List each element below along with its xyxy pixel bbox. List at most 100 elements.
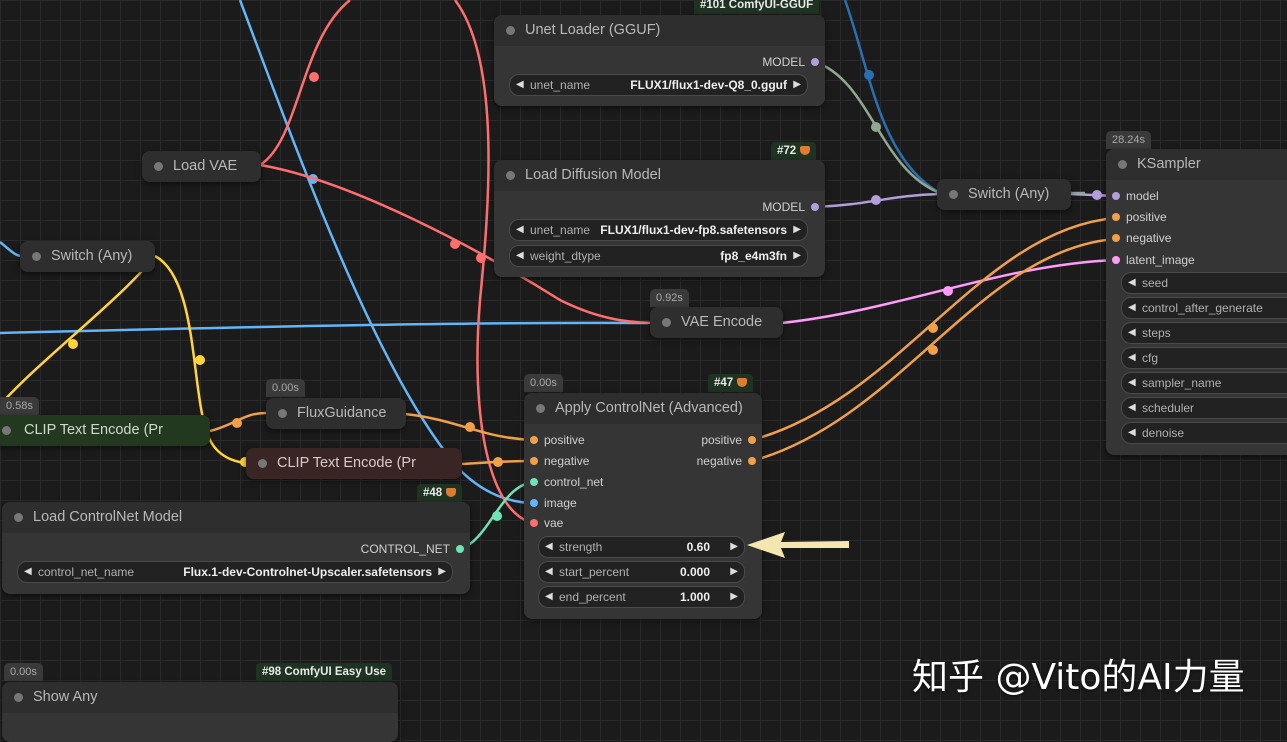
load-vae-node[interactable]: Load VAE (142, 151, 261, 182)
apply-controlnet-node[interactable]: Apply ControlNet (Advanced) positive neg… (524, 393, 762, 619)
ksampler-input-positive[interactable]: positive (1106, 208, 1167, 226)
ksampler-input-latent[interactable]: latent_image (1106, 251, 1195, 269)
collapse-dot-icon[interactable] (506, 171, 515, 180)
arrow-right-icon[interactable]: ▶ (730, 562, 738, 582)
collapse-dot-icon[interactable] (662, 318, 671, 327)
watermark: 知乎 @Vito的AI力量 (912, 648, 1245, 700)
apply-cn-input-control-net[interactable]: control_net (524, 473, 603, 491)
input-dot-icon (530, 478, 538, 486)
collapse-dot-icon[interactable] (258, 459, 267, 468)
strength-slider[interactable]: ◀ strength 0.60 ▶ (538, 536, 745, 558)
unet-name-combo[interactable]: ◀ unet_name FLUX1/flux1-dev-Q8_0.gguf ▶ (509, 74, 808, 96)
apply-cn-output-negative[interactable]: negative (697, 452, 762, 470)
control-after-generate-widget[interactable]: ◀ control_after_generate (1121, 297, 1287, 319)
collapse-dot-icon[interactable] (949, 190, 958, 199)
clip-pos-titlebar[interactable]: CLIP Text Encode (Pr (0, 415, 210, 446)
arrow-left-icon[interactable]: ◀ (1128, 323, 1136, 343)
arrow-left-icon[interactable]: ◀ (516, 220, 524, 240)
load-cn-badge: #48 (417, 484, 462, 502)
load-cn-titlebar[interactable]: Load ControlNet Model (2, 502, 470, 533)
wire-cond-clip-flux (210, 413, 268, 431)
collapse-dot-icon[interactable] (14, 693, 23, 702)
collapse-dot-icon[interactable] (506, 26, 515, 35)
flux-guidance-titlebar[interactable]: FluxGuidance (266, 398, 406, 429)
collapse-dot-icon[interactable] (278, 409, 287, 418)
arrow-left-icon[interactable]: ◀ (24, 562, 32, 582)
seed-widget[interactable]: ◀ seed 9 (1121, 272, 1287, 294)
fox-icon (800, 146, 810, 155)
start-percent-slider[interactable]: ◀ start_percent 0.000 ▶ (538, 561, 745, 583)
flux-guidance-node[interactable]: FluxGuidance (266, 398, 406, 429)
arrow-right-icon[interactable]: ▶ (793, 246, 801, 266)
arrow-left-icon[interactable]: ◀ (1128, 373, 1136, 393)
apply-cn-titlebar[interactable]: Apply ControlNet (Advanced) (524, 393, 762, 424)
unet-loader-model-output[interactable]: MODEL (762, 53, 825, 71)
switch-any-right-node[interactable]: Switch (Any) (937, 179, 1071, 210)
arrow-left-icon[interactable]: ◀ (1128, 273, 1136, 293)
arrow-right-icon[interactable]: ▶ (730, 537, 738, 557)
arrow-right-icon[interactable]: ▶ (438, 562, 446, 582)
clip-neg-titlebar[interactable]: CLIP Text Encode (Pr (246, 448, 462, 479)
ksampler-titlebar[interactable]: KSampler (1106, 149, 1287, 180)
input-dot-icon (530, 436, 538, 444)
ksampler-time-badge: 28.24s (1106, 131, 1151, 149)
cfg-widget[interactable]: ◀ cfg (1121, 347, 1287, 369)
load-cn-output[interactable]: CONTROL_NET (361, 540, 470, 558)
arrow-left-icon[interactable]: ◀ (1128, 348, 1136, 368)
arrow-left-icon[interactable]: ◀ (1128, 298, 1136, 318)
denoise-widget[interactable]: ◀ denoise (1121, 422, 1287, 444)
collapse-dot-icon[interactable] (32, 252, 41, 261)
switch-any-left-node[interactable]: Switch (Any) (20, 241, 155, 272)
show-any-node[interactable]: Show Any (2, 682, 398, 742)
apply-cn-output-positive[interactable]: positive (701, 431, 762, 449)
collapse-dot-icon[interactable] (2, 426, 11, 435)
apply-cn-input-image[interactable]: image (524, 494, 577, 512)
apply-cn-input-vae[interactable]: vae (524, 514, 563, 532)
diffusion-unet-name-combo[interactable]: ◀ unet_name FLUX1/flux1-dev-fp8.safetens… (509, 219, 808, 241)
show-any-badge: #98 ComfyUI Easy Use (256, 663, 392, 681)
output-dot-icon[interactable] (811, 58, 819, 66)
arrow-right-icon[interactable]: ▶ (793, 75, 801, 95)
collapse-dot-icon[interactable] (154, 162, 163, 171)
apply-cn-input-positive[interactable]: positive (524, 431, 585, 449)
ksampler-input-model[interactable]: model (1106, 187, 1159, 205)
output-dot-icon[interactable] (811, 203, 819, 211)
clip-text-encode-positive-node[interactable]: CLIP Text Encode (Pr (0, 415, 210, 446)
arrow-left-icon[interactable]: ◀ (1128, 423, 1136, 443)
arrow-right-icon[interactable]: ▶ (730, 587, 738, 607)
arrow-left-icon[interactable]: ◀ (1128, 398, 1136, 418)
collapse-dot-icon[interactable] (1118, 160, 1127, 169)
switch-any-right-titlebar[interactable]: Switch (Any) (937, 179, 1071, 210)
sampler-name-widget[interactable]: ◀ sampler_name (1121, 372, 1287, 394)
show-any-titlebar[interactable]: Show Any (2, 682, 398, 713)
vae-encode-node[interactable]: VAE Encode (650, 307, 783, 338)
vae-encode-titlebar[interactable]: VAE Encode (650, 307, 783, 338)
weight-dtype-combo[interactable]: ◀ weight_dtype fp8_e4m3fn ▶ (509, 245, 808, 267)
load-diffusion-titlebar[interactable]: Load Diffusion Model (494, 160, 825, 191)
arrow-right-icon[interactable]: ▶ (793, 220, 801, 240)
input-dot-icon (1112, 192, 1120, 200)
load-diffusion-model-output[interactable]: MODEL (762, 198, 825, 216)
apply-cn-input-negative[interactable]: negative (524, 452, 589, 470)
apply-cn-badge: #47 (708, 374, 753, 392)
arrow-left-icon[interactable]: ◀ (545, 537, 553, 557)
control-net-name-combo[interactable]: ◀ control_net_name Flux.1-dev-Controlnet… (17, 561, 453, 583)
unet-loader-titlebar[interactable]: Unet Loader (GGUF) (494, 15, 825, 46)
ksampler-node[interactable]: KSampler model positive negative latent_… (1106, 149, 1287, 455)
unet-loader-node[interactable]: Unet Loader (GGUF) MODEL ◀ unet_name FLU… (494, 15, 825, 106)
steps-widget[interactable]: ◀ steps (1121, 322, 1287, 344)
arrow-left-icon[interactable]: ◀ (545, 562, 553, 582)
load-diffusion-node[interactable]: Load Diffusion Model MODEL ◀ unet_name F… (494, 160, 825, 277)
end-percent-slider[interactable]: ◀ end_percent 1.000 ▶ (538, 586, 745, 608)
load-controlnet-node[interactable]: Load ControlNet Model CONTROL_NET ◀ cont… (2, 502, 470, 594)
arrow-left-icon[interactable]: ◀ (545, 587, 553, 607)
arrow-left-icon[interactable]: ◀ (516, 246, 524, 266)
ksampler-input-negative[interactable]: negative (1106, 229, 1171, 247)
collapse-dot-icon[interactable] (536, 404, 545, 413)
collapse-dot-icon[interactable] (14, 513, 23, 522)
switch-any-left-titlebar[interactable]: Switch (Any) (20, 241, 155, 272)
arrow-left-icon[interactable]: ◀ (516, 75, 524, 95)
clip-text-encode-negative-node[interactable]: CLIP Text Encode (Pr (246, 448, 462, 479)
load-vae-titlebar[interactable]: Load VAE (142, 151, 261, 182)
scheduler-widget[interactable]: ◀ scheduler (1121, 397, 1287, 419)
